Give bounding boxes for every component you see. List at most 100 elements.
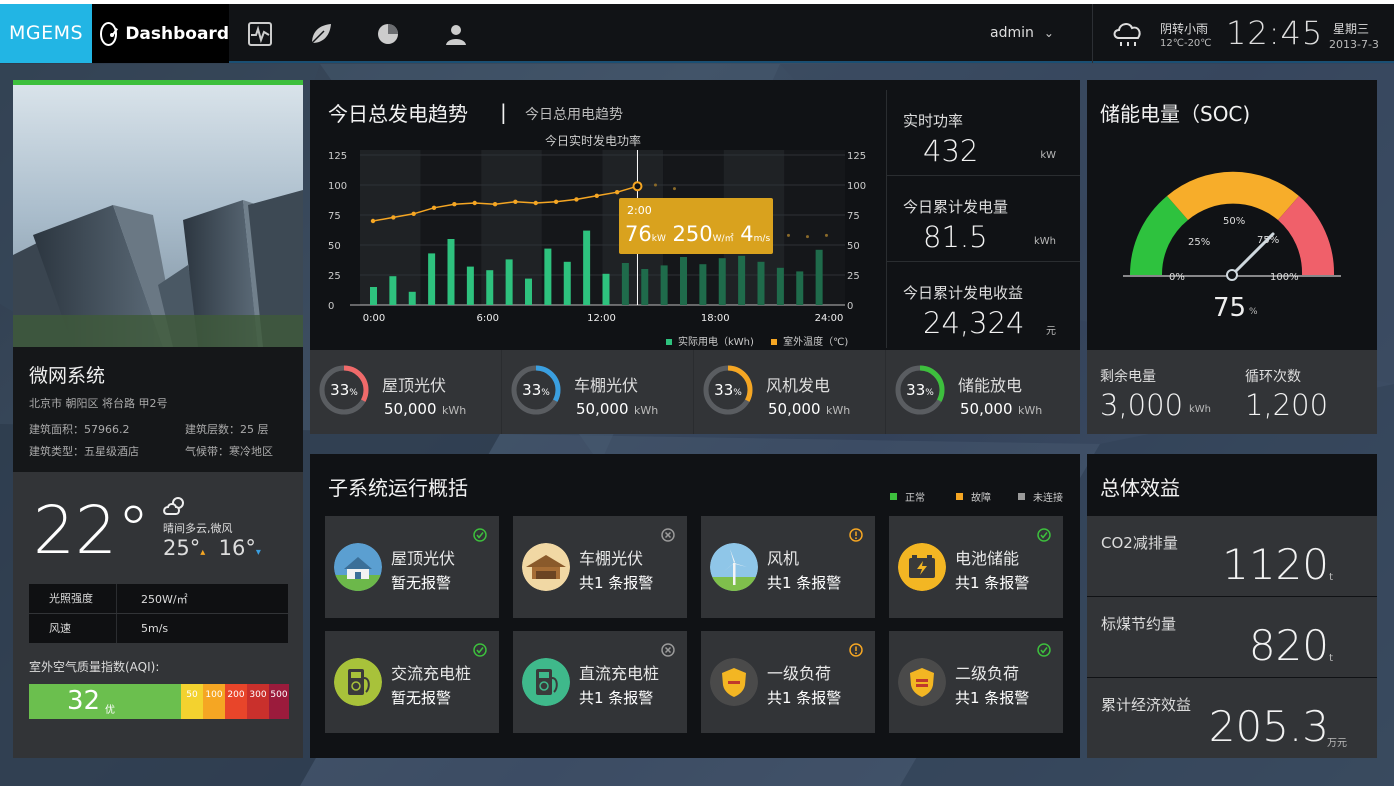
metric-label: 实时功率: [903, 112, 964, 130]
weather-row-key: 风速: [29, 614, 117, 643]
dashboard-gauge-icon: [100, 21, 118, 46]
benefit-co2: CO2减排量 1120 t: [1087, 516, 1377, 596]
benefit-value: 820: [1248, 621, 1329, 670]
ring-percent-value: 33: [522, 381, 542, 399]
usage-bar: [408, 291, 416, 305]
benefit-value: 1120: [1222, 540, 1329, 589]
site-area: 建筑面积：57966.2: [29, 423, 130, 436]
shield-level1-icon: [710, 658, 758, 706]
source-name: 车棚光伏: [574, 376, 639, 395]
card-name: 直流充电桩: [579, 664, 660, 683]
subsystem-card-dc-charger[interactable]: 直流充电桩 共1 条报警: [513, 631, 687, 733]
pulse-icon[interactable]: [247, 21, 273, 47]
subsystem-card-battery[interactable]: 电池储能 共1 条报警: [889, 516, 1063, 618]
usage-bar: [428, 253, 436, 305]
usage-bar: [621, 263, 629, 305]
legend-label: 故障: [971, 493, 991, 504]
metric-value: 24,324: [923, 306, 1025, 340]
aqi-bar: 32 优 50 100 200 300 500: [29, 684, 289, 719]
usage-bar: [815, 249, 823, 305]
card-name: 屋顶光伏: [391, 549, 456, 568]
ring-percent-value: 33: [906, 381, 926, 399]
source-unit: kWh: [1018, 404, 1043, 417]
metric-unit: kWh: [1033, 236, 1056, 247]
source-rooftop-pv[interactable]: 33% 屋顶光伏 50,000 kWh: [310, 350, 502, 434]
card-status: 共1 条报警: [955, 689, 1030, 707]
temp-high: 25°: [163, 536, 201, 560]
aqi-scale-500: 500: [269, 684, 289, 719]
temp-low: 16°: [218, 536, 256, 560]
ring-percent-sign: %: [349, 388, 358, 398]
source-name: 储能放电: [958, 376, 1023, 395]
usage-bar: [796, 271, 804, 305]
ring-percent-sign: %: [925, 388, 934, 398]
temperature-point: [431, 205, 437, 210]
usage-bar: [641, 269, 649, 305]
brand-logo[interactable]: MGEMS: [0, 4, 92, 63]
subsystem-card-ac-charger[interactable]: 交流充电桩 暂无报警: [325, 631, 499, 733]
header-weather: 阴转小雨 12℃-20℃ 12:45 星期三 2013-7-3: [1092, 4, 1394, 63]
legend-swatch: [1018, 493, 1025, 500]
tooltip-values: 76kW 250W/㎡ 4m/s: [625, 222, 770, 246]
x-tick-label: 12:00: [587, 313, 616, 324]
subsystem-card-load-level1[interactable]: 一级负荷 共1 条报警: [701, 631, 875, 733]
weather-row: 风速 5m/s: [29, 614, 288, 643]
usage-bar: [718, 258, 726, 305]
temperature-forecast-point: [824, 233, 828, 237]
house-solar-icon: [334, 543, 382, 591]
user-menu[interactable]: admin ⌄: [990, 4, 1054, 63]
subsystem-card-rooftop-pv[interactable]: 屋顶光伏 暂无报警: [325, 516, 499, 618]
leaf-icon[interactable]: [308, 21, 334, 47]
generation-chart[interactable]: 125 125100 10075 7550 5025 250 00:00 6:00 12:00 1…: [310, 80, 886, 350]
aqi-title: 室外空气质量指数(AQI):: [29, 660, 160, 674]
soc-tick-25: 25%: [1188, 237, 1210, 248]
benefit-label: 标煤节约量: [1101, 615, 1177, 633]
subsystem-card-carport-pv[interactable]: 车棚光伏 共1 条报警: [513, 516, 687, 618]
y-tick-label-right: 25: [847, 271, 860, 282]
building-photo: [13, 80, 303, 347]
card-name: 风机: [767, 549, 800, 568]
x-tick-label: 18:00: [701, 313, 730, 324]
ring-percent: 33%: [318, 381, 370, 399]
aqi-value: 32: [67, 686, 101, 716]
generation-sources: 33% 屋顶光伏 50,000 kWh 33% 车棚光伏 50,000 kWh …: [310, 350, 1080, 434]
benefit-unit: 万元: [1327, 738, 1347, 749]
temperature-forecast-point: [653, 183, 657, 187]
user-icon[interactable]: [443, 21, 469, 47]
subsystem-card-wind[interactable]: 风机 共1 条报警: [701, 516, 875, 618]
remaining-energy-unit: kWh: [1189, 404, 1212, 415]
soc-stats: 剩余电量 3,000 kWh 循环次数 1,200: [1087, 350, 1377, 434]
current-temp: 22°: [33, 492, 150, 569]
remaining-energy-label: 剩余电量: [1100, 369, 1156, 385]
usage-bar: [466, 266, 474, 305]
metric-unit: kW: [1040, 150, 1056, 161]
y-tick-label-left: 100: [328, 181, 347, 192]
weather-row-key: 光照强度: [29, 584, 117, 613]
nav-dashboard[interactable]: Dashboard: [92, 4, 229, 63]
overall-benefits: 总体效益 CO2减排量 1120 t 标煤节约量 820 t 累计经济效益 20…: [1087, 454, 1377, 758]
aqi-scale-50: 50: [181, 684, 203, 719]
benefit-label: CO2减排量: [1101, 534, 1178, 552]
source-carport-pv[interactable]: 33% 车棚光伏 50,000 kWh: [502, 350, 694, 434]
status-ok-icon: [473, 528, 487, 542]
pie-chart-icon[interactable]: [375, 21, 401, 47]
temperature-point: [513, 199, 518, 204]
aqi-segment: [29, 684, 61, 719]
tooltip-wind-unit: m/s: [753, 234, 771, 244]
source-unit: kWh: [826, 404, 851, 417]
dc-charger-icon: [522, 658, 570, 706]
source-wind[interactable]: 33% 风机发电 50,000 kWh: [694, 350, 886, 434]
weather-row-value: 250W/㎡: [141, 592, 188, 606]
temperature-focus-point: [632, 181, 643, 192]
benefit-label: 累计经济效益: [1101, 696, 1192, 714]
ring-percent-value: 33: [330, 381, 350, 399]
source-storage-discharge[interactable]: 33% 储能放电 50,000 kWh: [886, 350, 1078, 434]
subsystem-overview: 子系统运行概括 正常 故障 未连接 屋顶光伏 暂无报警 车棚光伏 共1 条报警 …: [310, 454, 1080, 758]
chevron-down-icon: ⌄: [1043, 26, 1054, 40]
weather-row: 光照强度 250W/㎡: [29, 584, 288, 613]
subsystem-card-load-level2[interactable]: 二级负荷 共1 条报警: [889, 631, 1063, 733]
weekday: 星期三: [1333, 22, 1370, 36]
ac-charger-icon: [334, 658, 382, 706]
soc-tick-100: 100%: [1270, 272, 1299, 283]
status-ok-icon: [1037, 528, 1051, 542]
